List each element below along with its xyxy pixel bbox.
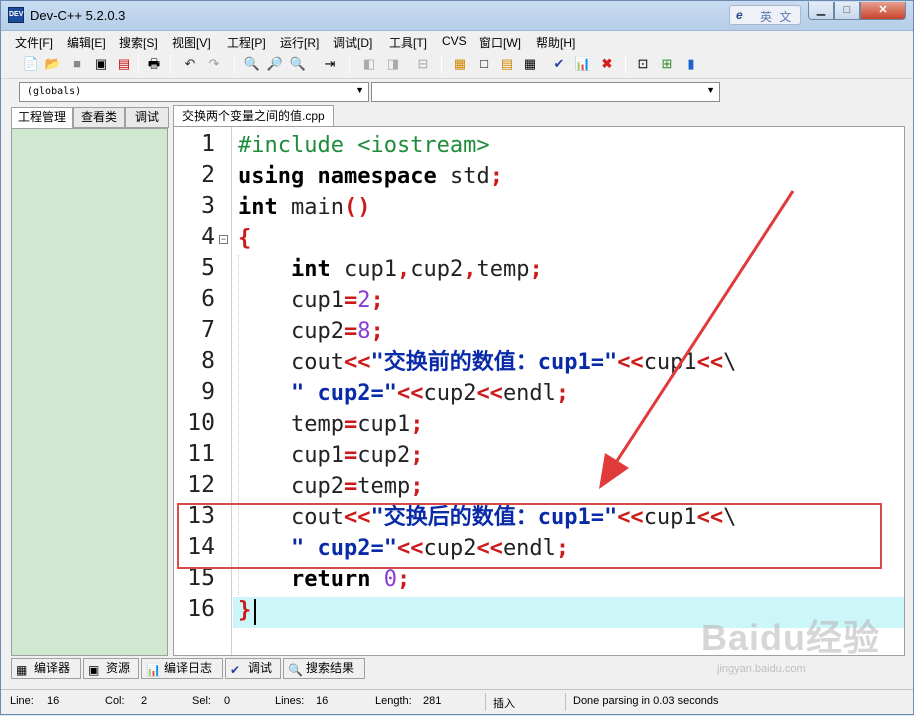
baidu-watermark-logo: Baidu经验 [701,617,881,658]
search-icon: 🔍 [288,663,303,677]
tab-search-results-label: 搜索结果 [306,661,355,675]
status-col-label: Col: [105,695,125,707]
status-insert-mode: 插入 [493,698,515,710]
resources-icon: ▣ [88,663,100,677]
status-lines-label: Lines: [275,695,305,707]
tab-resources[interactable]: ▣ 资源 [83,658,139,679]
status-bar: Line: 16 Col: 2 Sel: 0 Lines: 16 Length:… [1,689,913,714]
tab-compile-log-label: 编译日志 [164,661,213,675]
status-line-label: Line: [10,695,34,707]
bar-chart-icon: 📊 [146,663,161,677]
status-col-value: 2 [141,695,148,707]
status-line-value: 16 [47,695,60,707]
tab-compiler[interactable]: ▦ 编译器 [11,658,81,679]
tab-debug-output[interactable]: ✔ 调试 [225,658,281,679]
status-lines-value: 16 [316,695,329,707]
tab-search-results[interactable]: 🔍 搜索结果 [283,658,365,679]
status-message: Done parsing in 0.03 seconds [573,695,719,707]
status-sel-label: Sel: [192,695,211,707]
grid-icon: ▦ [16,663,28,677]
check-icon: ✔ [230,663,241,677]
devcpp-window: DEV Dev-C++ 5.2.0.3 e 英 文 ▁ □ ✕ 文件[F] 编辑… [0,0,914,715]
status-length-label: Length: [375,695,412,707]
status-length-value: 281 [423,695,442,707]
status-separator [565,693,566,711]
status-sel-value: 0 [224,695,231,707]
baidu-watermark-url: jingyan.baidu.com [717,663,806,675]
tab-compile-log[interactable]: 📊 编译日志 [141,658,223,679]
tab-debug-output-label: 调试 [248,661,273,675]
tab-resources-label: 资源 [106,661,131,675]
status-separator [485,693,486,711]
tab-compiler-label: 编译器 [34,661,71,675]
